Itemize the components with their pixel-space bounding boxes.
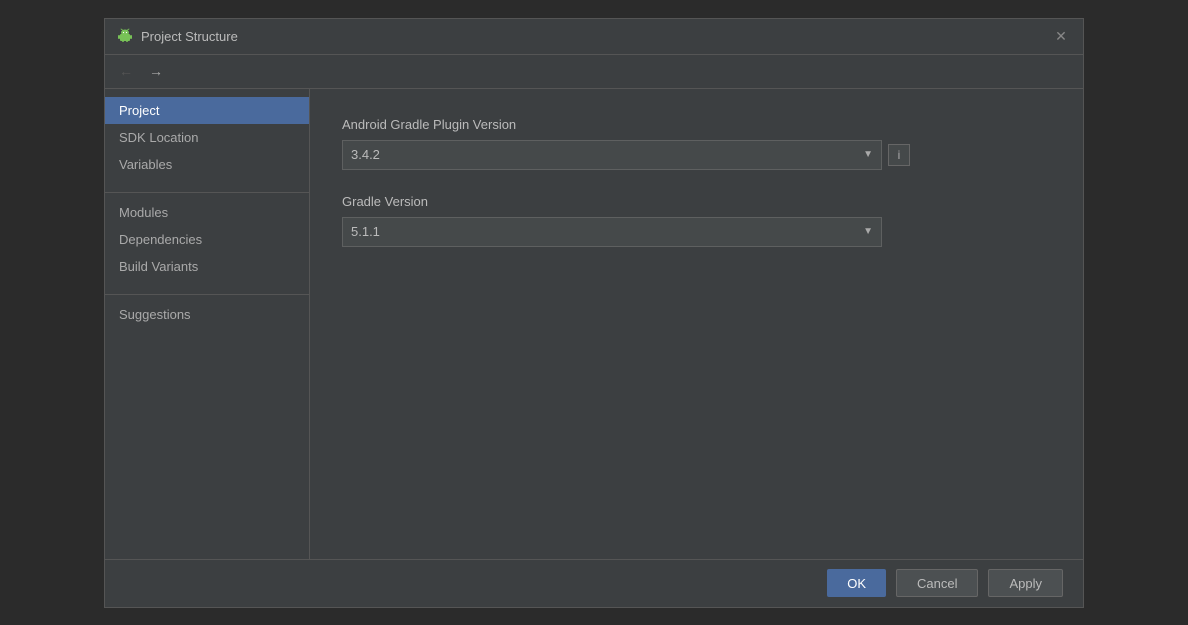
sidebar-section-2: Modules Dependencies Build Variants [105, 199, 309, 280]
plugin-version-group: Android Gradle Plugin Version 3.4.2 ▼ i [342, 117, 1051, 170]
sidebar-item-suggestions[interactable]: Suggestions [105, 301, 309, 328]
sidebar-item-build-variants[interactable]: Build Variants [105, 253, 309, 280]
gradle-version-label: Gradle Version [342, 194, 1051, 209]
project-structure-dialog: Project Structure ✕ ← → Project SDK Loca… [104, 18, 1084, 608]
gradle-version-dropdown[interactable]: 5.1.1 ▼ [342, 217, 882, 247]
ok-button[interactable]: OK [827, 569, 886, 597]
gradle-version-chevron: ▼ [863, 226, 873, 237]
dialog-title: Project Structure [141, 29, 238, 44]
sidebar-item-dependencies[interactable]: Dependencies [105, 226, 309, 253]
sidebar-item-sdk-location[interactable]: SDK Location [105, 124, 309, 151]
plugin-version-dropdown[interactable]: 3.4.2 ▼ [342, 140, 882, 170]
content-area: Project SDK Location Variables Modules D… [105, 89, 1083, 559]
plugin-version-value: 3.4.2 [351, 147, 863, 162]
sidebar: Project SDK Location Variables Modules D… [105, 89, 310, 559]
sidebar-item-project[interactable]: Project [105, 97, 309, 124]
sidebar-divider-1 [105, 192, 309, 193]
title-bar: Project Structure ✕ [105, 19, 1083, 55]
plugin-version-label: Android Gradle Plugin Version [342, 117, 1051, 132]
sidebar-item-modules[interactable]: Modules [105, 199, 309, 226]
sidebar-section-1: Project SDK Location Variables [105, 97, 309, 178]
gradle-version-row: 5.1.1 ▼ [342, 217, 1051, 247]
title-bar-left: Project Structure [117, 28, 238, 44]
plugin-version-row: 3.4.2 ▼ i [342, 140, 1051, 170]
plugin-version-chevron: ▼ [863, 149, 873, 160]
gradle-version-value: 5.1.1 [351, 224, 863, 239]
sidebar-section-3: Suggestions [105, 301, 309, 328]
sidebar-divider-2 [105, 294, 309, 295]
cancel-button[interactable]: Cancel [896, 569, 978, 597]
main-panel: Android Gradle Plugin Version 3.4.2 ▼ i … [310, 89, 1083, 559]
apply-button[interactable]: Apply [988, 569, 1063, 597]
forward-button[interactable]: → [145, 61, 167, 81]
sidebar-item-variables[interactable]: Variables [105, 151, 309, 178]
gradle-version-group: Gradle Version 5.1.1 ▼ [342, 194, 1051, 247]
back-button[interactable]: ← [115, 61, 137, 81]
android-icon [117, 28, 133, 44]
nav-bar: ← → [105, 55, 1083, 89]
plugin-version-info-button[interactable]: i [888, 144, 910, 166]
close-button[interactable]: ✕ [1051, 26, 1071, 46]
dialog-footer: OK Cancel Apply [105, 559, 1083, 607]
